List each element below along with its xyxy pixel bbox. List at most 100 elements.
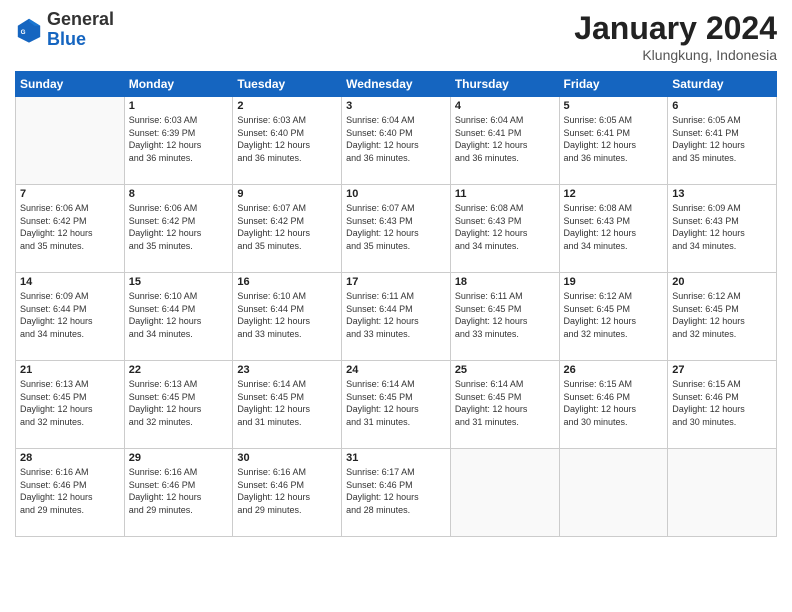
logo-text: General Blue: [47, 10, 114, 50]
calendar-cell: 29Sunrise: 6:16 AMSunset: 6:46 PMDayligh…: [124, 449, 233, 537]
day-info: Sunrise: 6:16 AMSunset: 6:46 PMDaylight:…: [237, 466, 337, 516]
weekday-header-wednesday: Wednesday: [342, 72, 451, 97]
calendar-cell: [668, 449, 777, 537]
logo-general: General: [47, 10, 114, 30]
day-info: Sunrise: 6:07 AMSunset: 6:42 PMDaylight:…: [237, 202, 337, 252]
calendar-cell: 2 Sunrise: 6:03 AMSunset: 6:40 PMDaylight…: [233, 97, 342, 185]
calendar-cell: 13 Sunrise: 6:09 AMSunset: 6:43 PMDayligh…: [668, 185, 777, 273]
calendar-cell: 6Sunrise: 6:05 AMSunset: 6:41 PMDaylight…: [668, 97, 777, 185]
header: G General Blue January 2024 Klungkung, I…: [15, 10, 777, 63]
calendar-cell: 12 Sunrise: 6:08 AMSunset: 6:43 PMDayligh…: [559, 185, 668, 273]
day-number: 10: [346, 188, 446, 200]
day-info: Sunrise: 6:07 AMSunset: 6:43 PMDaylight:…: [346, 202, 446, 252]
day-number: 28: [20, 452, 120, 464]
day-number: 13: [672, 188, 772, 200]
day-info: Sunrise: 6:17 AMSunset: 6:46 PMDaylight:…: [346, 466, 446, 516]
calendar-cell: 4 Sunrise: 6:04 AMSunset: 6:41 PMDaylight…: [450, 97, 559, 185]
day-info: Sunrise: 6:16 AMSunset: 6:46 PMDaylight:…: [20, 466, 120, 516]
day-info: Sunrise: 6:12 AMSunset: 6:45 PMDaylight:…: [672, 290, 772, 340]
calendar-cell: 16 Sunrise: 6:10 AMSunset: 6:44 PMDayligh…: [233, 273, 342, 361]
weekday-header-sunday: Sunday: [16, 72, 125, 97]
logo-blue: Blue: [47, 30, 114, 50]
calendar-cell: 10 Sunrise: 6:07 AMSunset: 6:43 PMDayligh…: [342, 185, 451, 273]
day-number: 9: [237, 188, 337, 200]
calendar-cell: 19Sunrise: 6:12 AMSunset: 6:45 PMDayligh…: [559, 273, 668, 361]
week-row-1: 1 Sunrise: 6:03 AMSunset: 6:39 PMDaylight…: [16, 97, 777, 185]
day-number: 5: [564, 100, 664, 112]
day-info: Sunrise: 6:09 AMSunset: 6:43 PMDaylight:…: [672, 202, 772, 252]
calendar-cell: [450, 449, 559, 537]
day-info: Sunrise: 6:14 AMSunset: 6:45 PMDaylight:…: [237, 378, 337, 428]
weekday-header-saturday: Saturday: [668, 72, 777, 97]
day-number: 7: [20, 188, 120, 200]
day-number: 30: [237, 452, 337, 464]
calendar-cell: 7 Sunrise: 6:06 AMSunset: 6:42 PMDaylight…: [16, 185, 125, 273]
calendar-header: SundayMondayTuesdayWednesdayThursdayFrid…: [16, 72, 777, 97]
calendar-cell: 3Sunrise: 6:04 AMSunset: 6:40 PMDaylight…: [342, 97, 451, 185]
day-info: Sunrise: 6:04 AMSunset: 6:41 PMDaylight:…: [455, 114, 555, 164]
day-info: Sunrise: 6:06 AMSunset: 6:42 PMDaylight:…: [20, 202, 120, 252]
week-row-5: 28 Sunrise: 6:16 AMSunset: 6:46 PMDayligh…: [16, 449, 777, 537]
day-number: 24: [346, 364, 446, 376]
calendar-cell: 25Sunrise: 6:14 AMSunset: 6:45 PMDayligh…: [450, 361, 559, 449]
weekday-header-friday: Friday: [559, 72, 668, 97]
day-info: Sunrise: 6:05 AMSunset: 6:41 PMDaylight:…: [564, 114, 664, 164]
month-year: January 2024: [574, 10, 777, 47]
calendar-cell: 18 Sunrise: 6:11 AMSunset: 6:45 PMDayligh…: [450, 273, 559, 361]
day-info: Sunrise: 6:14 AMSunset: 6:45 PMDaylight:…: [346, 378, 446, 428]
calendar-cell: [559, 449, 668, 537]
day-number: 20: [672, 276, 772, 288]
day-number: 11: [455, 188, 555, 200]
day-info: Sunrise: 6:03 AMSunset: 6:39 PMDaylight:…: [129, 114, 229, 164]
day-info: Sunrise: 6:11 AMSunset: 6:45 PMDaylight:…: [455, 290, 555, 340]
day-number: 25: [455, 364, 555, 376]
weekday-header-thursday: Thursday: [450, 72, 559, 97]
calendar-cell: 15 Sunrise: 6:10 AMSunset: 6:44 PMDayligh…: [124, 273, 233, 361]
day-info: Sunrise: 6:03 AMSunset: 6:40 PMDaylight:…: [237, 114, 337, 164]
day-info: Sunrise: 6:15 AMSunset: 6:46 PMDaylight:…: [672, 378, 772, 428]
day-info: Sunrise: 6:08 AMSunset: 6:43 PMDaylight:…: [564, 202, 664, 252]
day-number: 17: [346, 276, 446, 288]
day-number: 8: [129, 188, 229, 200]
day-info: Sunrise: 6:06 AMSunset: 6:42 PMDaylight:…: [129, 202, 229, 252]
calendar-cell: 21Sunrise: 6:13 AMSunset: 6:45 PMDayligh…: [16, 361, 125, 449]
calendar-cell: 9 Sunrise: 6:07 AMSunset: 6:42 PMDaylight…: [233, 185, 342, 273]
day-number: 18: [455, 276, 555, 288]
day-number: 12: [564, 188, 664, 200]
calendar-cell: 27 Sunrise: 6:15 AMSunset: 6:46 PMDayligh…: [668, 361, 777, 449]
week-row-2: 7 Sunrise: 6:06 AMSunset: 6:42 PMDaylight…: [16, 185, 777, 273]
day-number: 22: [129, 364, 229, 376]
calendar-cell: 28 Sunrise: 6:16 AMSunset: 6:46 PMDayligh…: [16, 449, 125, 537]
calendar-cell: 22 Sunrise: 6:13 AMSunset: 6:45 PMDayligh…: [124, 361, 233, 449]
day-number: 27: [672, 364, 772, 376]
calendar-cell: 8 Sunrise: 6:06 AMSunset: 6:42 PMDaylight…: [124, 185, 233, 273]
day-info: Sunrise: 6:09 AMSunset: 6:44 PMDaylight:…: [20, 290, 120, 340]
logo-icon: G: [15, 16, 43, 44]
day-number: 23: [237, 364, 337, 376]
day-info: Sunrise: 6:04 AMSunset: 6:40 PMDaylight:…: [346, 114, 446, 164]
day-info: Sunrise: 6:10 AMSunset: 6:44 PMDaylight:…: [129, 290, 229, 340]
day-info: Sunrise: 6:12 AMSunset: 6:45 PMDaylight:…: [564, 290, 664, 340]
day-number: 15: [129, 276, 229, 288]
calendar-cell: 23 Sunrise: 6:14 AMSunset: 6:45 PMDayligh…: [233, 361, 342, 449]
day-number: 26: [564, 364, 664, 376]
day-info: Sunrise: 6:13 AMSunset: 6:45 PMDaylight:…: [20, 378, 120, 428]
weekday-header-tuesday: Tuesday: [233, 72, 342, 97]
location: Klungkung, Indonesia: [574, 47, 777, 63]
day-number: 29: [129, 452, 229, 464]
weekday-row: SundayMondayTuesdayWednesdayThursdayFrid…: [16, 72, 777, 97]
day-number: 2: [237, 100, 337, 112]
day-info: Sunrise: 6:13 AMSunset: 6:45 PMDaylight:…: [129, 378, 229, 428]
calendar-cell: 5 Sunrise: 6:05 AMSunset: 6:41 PMDaylight…: [559, 97, 668, 185]
week-row-3: 14Sunrise: 6:09 AMSunset: 6:44 PMDayligh…: [16, 273, 777, 361]
calendar-cell: 26 Sunrise: 6:15 AMSunset: 6:46 PMDayligh…: [559, 361, 668, 449]
day-number: 4: [455, 100, 555, 112]
calendar-cell: [16, 97, 125, 185]
day-info: Sunrise: 6:15 AMSunset: 6:46 PMDaylight:…: [564, 378, 664, 428]
day-info: Sunrise: 6:10 AMSunset: 6:44 PMDaylight:…: [237, 290, 337, 340]
calendar-cell: 20 Sunrise: 6:12 AMSunset: 6:45 PMDayligh…: [668, 273, 777, 361]
day-number: 16: [237, 276, 337, 288]
day-number: 1: [129, 100, 229, 112]
day-number: 6: [672, 100, 772, 112]
calendar-cell: 1 Sunrise: 6:03 AMSunset: 6:39 PMDaylight…: [124, 97, 233, 185]
